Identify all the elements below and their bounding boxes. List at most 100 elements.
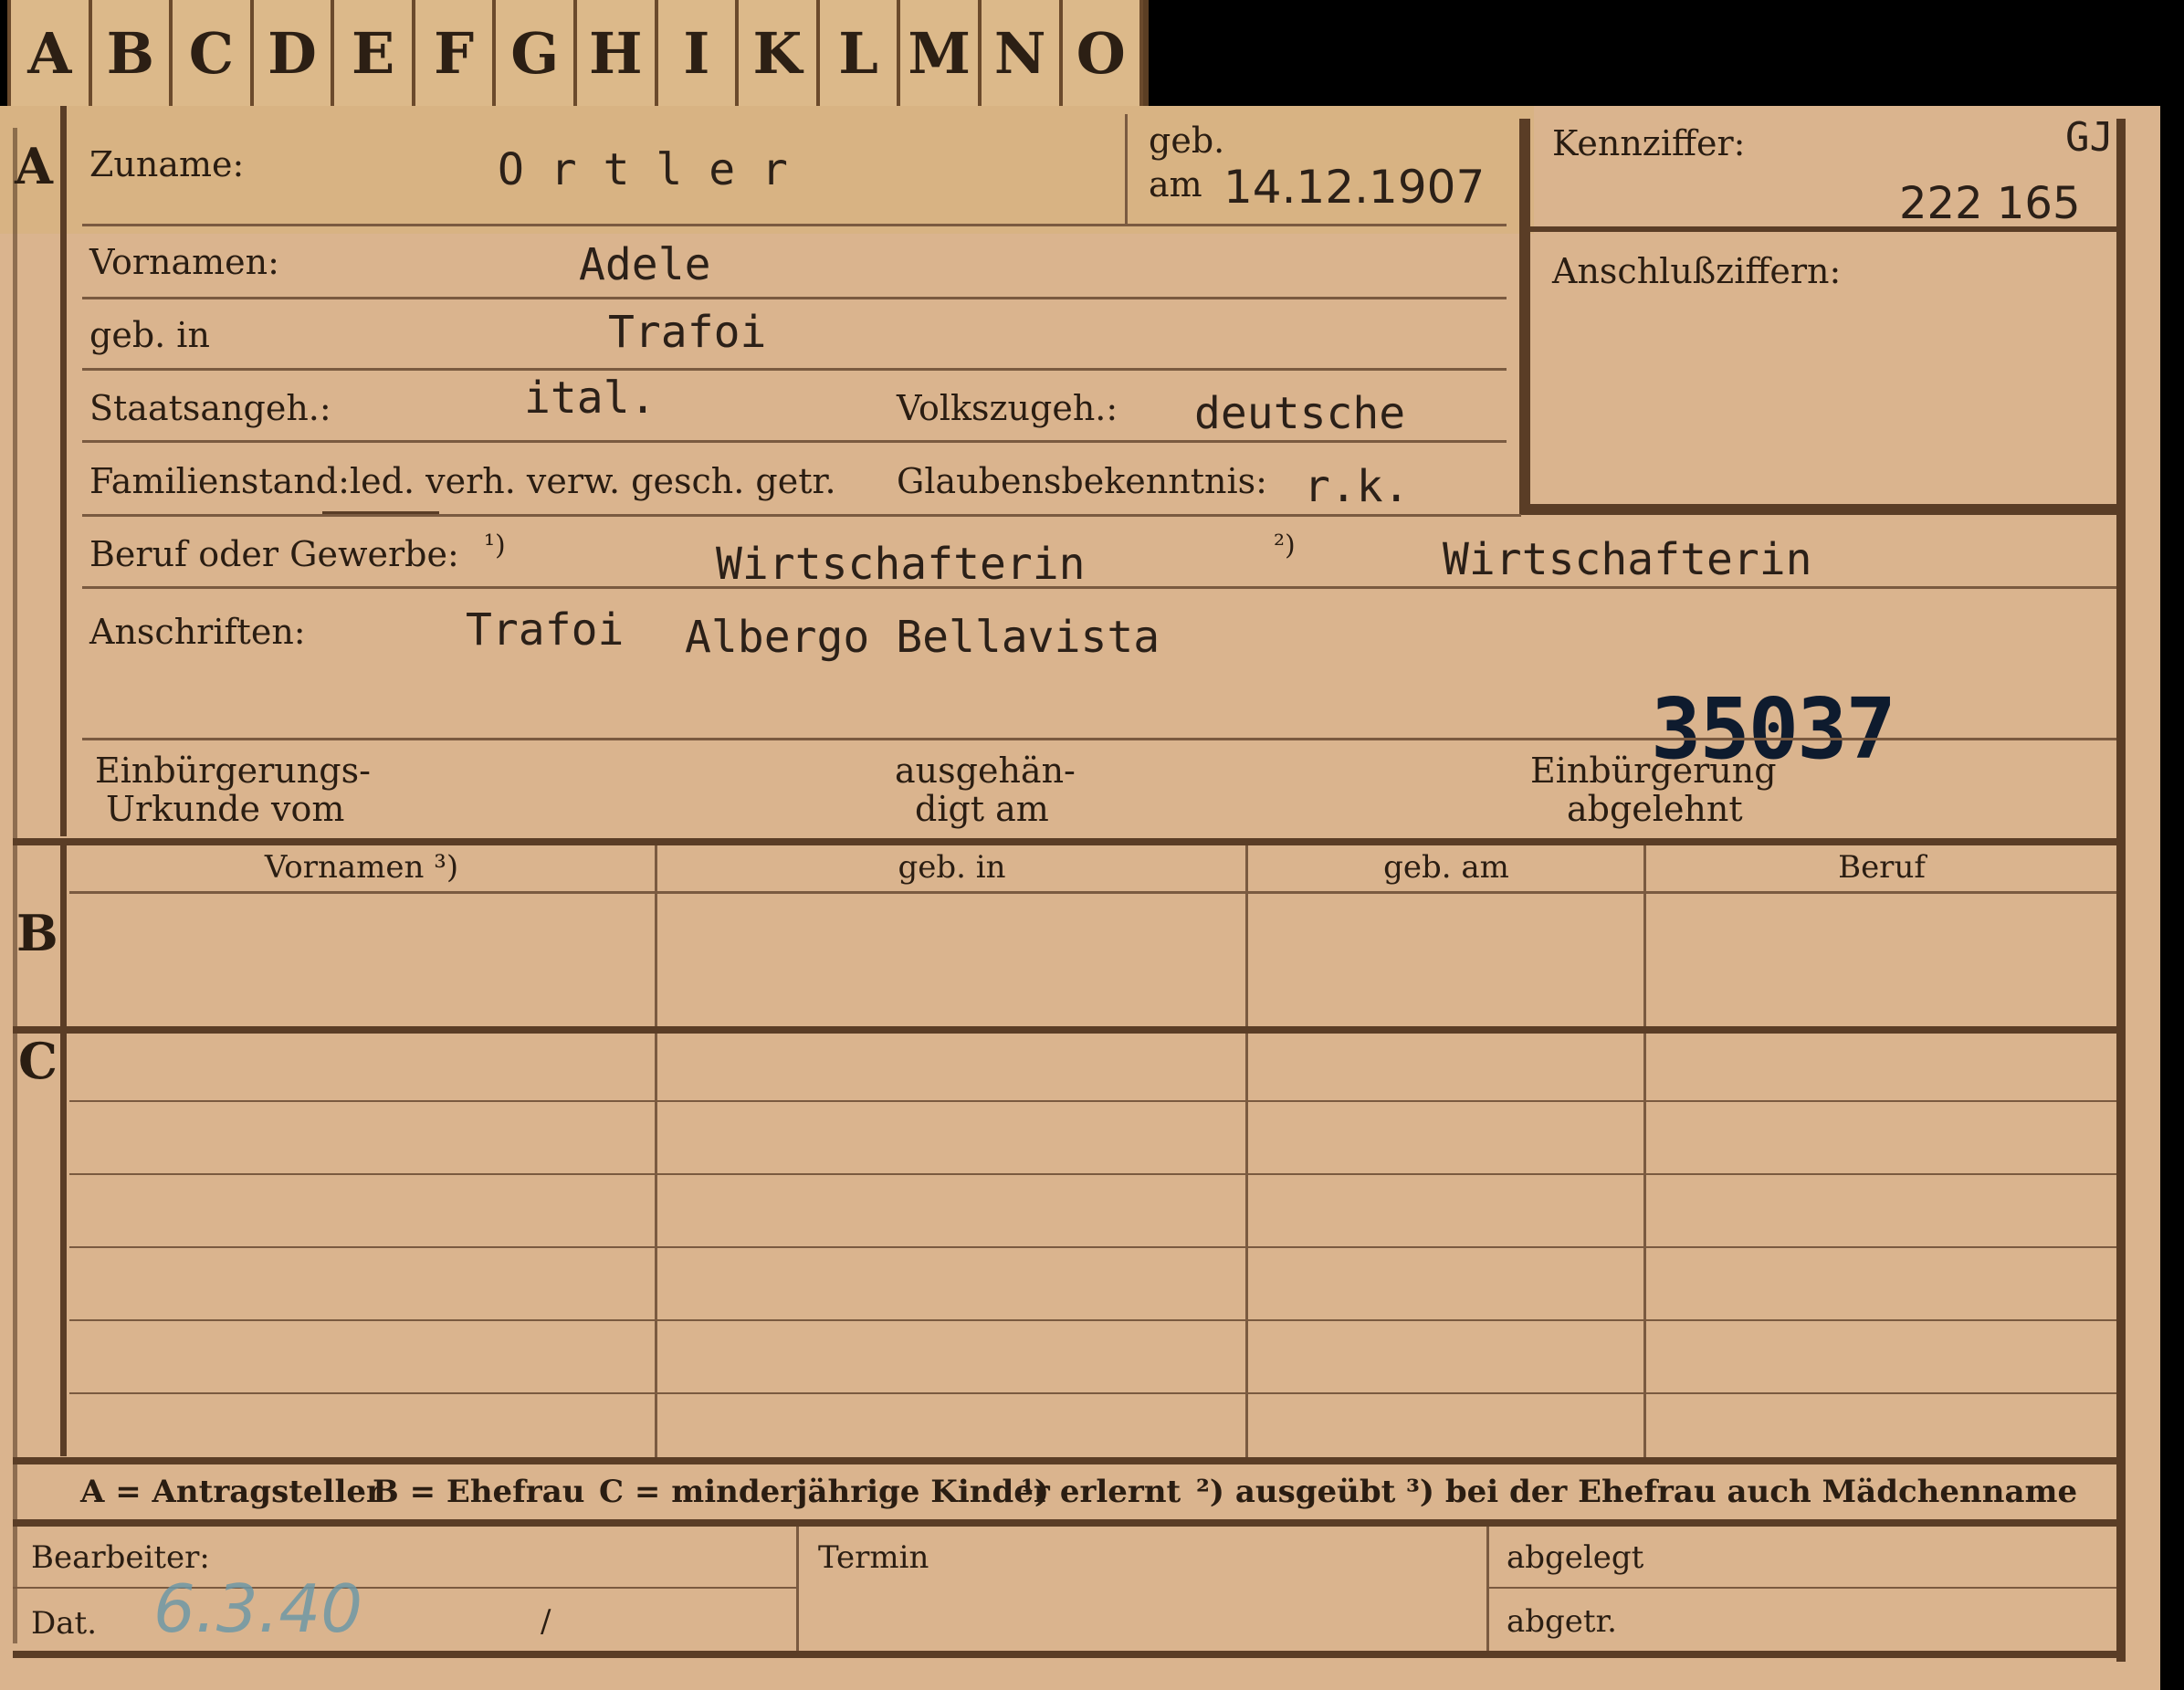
footer-row-line: [1486, 1587, 2116, 1589]
col-header-first-names: Vornamen ³): [264, 849, 459, 886]
legend-top-border: [13, 1457, 2116, 1464]
card-right-edge: [2116, 119, 2126, 1662]
date-label: Dat.: [31, 1605, 98, 1642]
col-divider-1: [655, 845, 657, 1457]
occupation-learned-value: Wirtschafterin: [716, 539, 1086, 590]
certificate-label-1: Einbürgerungs-: [95, 751, 371, 791]
filed-label: abgelegt: [1507, 1539, 1644, 1576]
index-tab-strip: ABCDEFGHIKLMNO: [7, 0, 1149, 106]
row-line-7: [82, 738, 2116, 740]
col-divider-2: [1245, 845, 1248, 1457]
birthplace-label: geb. in: [89, 315, 210, 355]
index-tab-a: A: [7, 0, 92, 106]
legend-note-2: ²) ausgeübt: [1196, 1474, 1396, 1510]
religion-label: Glaubensbekenntnis:: [897, 461, 1267, 501]
table-row-line: [69, 1173, 2116, 1175]
index-tab-g: G: [496, 0, 578, 106]
section-a-b-divider: [13, 838, 2116, 845]
birth-date-value: 14.12.1907: [1223, 161, 1486, 214]
address-label: Anschriften:: [89, 612, 306, 652]
first-names-label: Vornamen:: [89, 242, 279, 282]
table-row-line: [69, 1246, 2116, 1248]
occupation-mark-1: ¹): [484, 530, 506, 562]
ethnicity-label: Volkszugeh.:: [897, 388, 1118, 428]
certificate-label-2: Urkunde vom: [106, 789, 345, 829]
id-box-left-border: [1519, 119, 1530, 513]
index-tab-l: L: [820, 0, 901, 106]
ethnicity-value: deutsche: [1194, 388, 1406, 439]
col-header-birth-date: geb. am: [1383, 849, 1509, 886]
card-bottom-border: [13, 1651, 2126, 1658]
connection-label: Anschlußziffern:: [1552, 251, 1842, 291]
citizenship-value: ital.: [524, 373, 656, 424]
footer-divider-1: [796, 1527, 799, 1654]
citizenship-label: Staatsangeh.:: [89, 388, 331, 428]
index-tab-d: D: [254, 0, 335, 106]
index-tab-f: F: [415, 0, 497, 106]
birthplace-value: Trafoi: [608, 307, 767, 358]
index-tab-e: E: [334, 0, 415, 106]
section-c-margin: [60, 1032, 67, 1456]
index-tab-m: M: [900, 0, 982, 106]
occupation-label: Beruf oder Gewerbe:: [89, 534, 459, 574]
religion-value: r.k.: [1304, 461, 1410, 512]
term-label: Termin: [818, 1539, 929, 1576]
index-tab-i: I: [658, 0, 740, 106]
col-header-birthplace: geb. in: [898, 849, 1006, 886]
row-line-6: [82, 586, 2116, 589]
index-tab-o: O: [1063, 0, 1144, 106]
row-line-2: [82, 297, 1507, 299]
table-row-line: [69, 1392, 2116, 1394]
section-letter-c: C: [18, 1032, 58, 1090]
card-left-edge: [13, 128, 17, 1643]
address-line-2: Albergo Bellavista: [685, 612, 1160, 663]
legend-note-3: ³) bei der Ehefrau auch Mädchenname: [1406, 1474, 2078, 1510]
occupation-mark-2: ²): [1274, 530, 1296, 562]
row-line-3: [82, 368, 1507, 371]
id-number: 222 165: [1899, 178, 2081, 229]
address-line-1: Trafoi: [466, 604, 625, 656]
birth-label-bottom: am: [1149, 164, 1202, 205]
handwritten-date: 6.3.40: [153, 1570, 363, 1647]
row-line-1: [82, 224, 1507, 226]
index-tab-k: K: [739, 0, 820, 106]
legend-bottom-border: [13, 1519, 2116, 1527]
section-b-margin: [60, 840, 67, 1032]
birth-label-top: geb.: [1149, 121, 1225, 161]
rejected-label-1: Einbürgerung: [1530, 751, 1777, 791]
date-slash: /: [541, 1603, 551, 1640]
legend-a: A = Antragsteller: [80, 1474, 383, 1510]
table-row-line: [69, 1100, 2116, 1102]
id-prefix: GJ: [2065, 114, 2114, 161]
registration-card: [0, 106, 2160, 1690]
index-tab-h: H: [577, 0, 658, 106]
marital-options: led. verh. verw. gesch. getr.: [350, 461, 836, 501]
section-a-margin: [60, 106, 67, 836]
table-header-line: [69, 891, 2116, 894]
col-header-occupation: Beruf: [1838, 849, 1926, 886]
legend-b: B = Ehefrau: [373, 1474, 585, 1510]
id-label: Kennziffer:: [1552, 123, 1746, 163]
row-line-4: [82, 440, 1507, 443]
index-tab-c: C: [173, 0, 254, 106]
handed-label-2: digt am: [915, 789, 1049, 829]
id-box-bottom-border: [1519, 504, 2116, 515]
occupation-practiced-value: Wirtschafterin: [1443, 534, 1812, 585]
section-letter-b: B: [16, 904, 58, 962]
section-b-c-divider: [13, 1026, 2116, 1034]
rejected-label-2: abgelehnt: [1567, 789, 1743, 829]
surname-date-divider: [1125, 114, 1128, 224]
removed-label: abgetr.: [1507, 1603, 1617, 1640]
row-line-5: [82, 514, 1521, 517]
surname-value: O r t l e r: [498, 144, 788, 195]
legend-c: C = minderjährige Kinder: [599, 1474, 1050, 1510]
handed-label-1: ausgehän-: [895, 751, 1076, 791]
table-row-line: [69, 1319, 2116, 1321]
index-tab-n: N: [982, 0, 1063, 106]
marital-label: Familienstand:: [89, 461, 350, 501]
footer-row-line: [13, 1587, 796, 1589]
col-divider-3: [1643, 845, 1646, 1457]
footer-divider-2: [1486, 1527, 1489, 1654]
section-letter-a: A: [15, 137, 53, 195]
first-names-value: Adele: [579, 239, 711, 290]
